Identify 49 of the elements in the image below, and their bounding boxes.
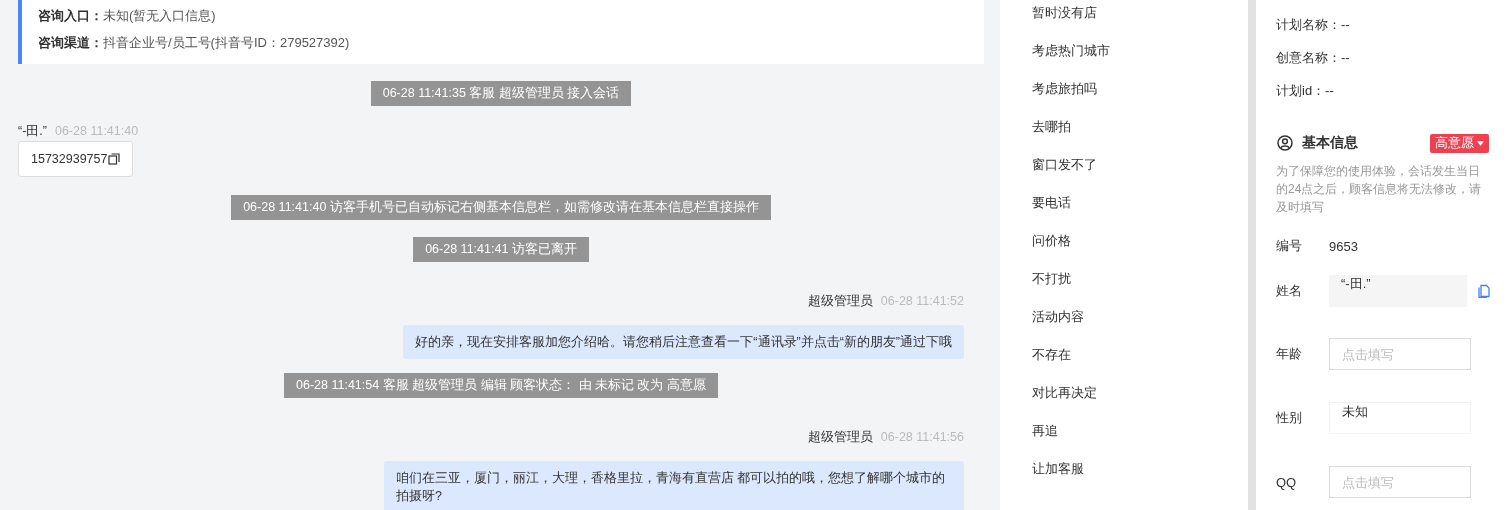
- message-bubble: 好的亲，现在安排客服加您介绍哈。请您稍后注意查看一下“通讯录”并点击“新的朋友”通过下哦: [403, 325, 964, 359]
- message-time: 06-28 11:41:56: [880, 430, 964, 444]
- quick-reply-item[interactable]: 考虑旅拍吗: [1032, 79, 1232, 117]
- info-label: 咨询入口：: [38, 8, 103, 23]
- message-time: 06-28 11:41:52: [880, 294, 964, 308]
- quick-reply-item[interactable]: 暂时没有店: [1032, 3, 1232, 41]
- system-notice: 06-28 11:41:54 客服 超级管理员 编辑 顾客状态： 由 未标记 改为 高意愿: [284, 373, 718, 398]
- info-label: 咨询渠道：: [38, 35, 103, 50]
- plan-info-text: 计划id：--: [1276, 83, 1334, 98]
- field-label: 年龄: [1276, 345, 1303, 363]
- field-label: 性别: [1276, 409, 1303, 427]
- notice-text: 为了保障您的使用体验，会话发生当日的24点之后，顾客信息将无法修改，请及时填写: [1276, 163, 1483, 216]
- system-notice: 06-28 11:41:35 客服 超级管理员 接入会话: [370, 81, 632, 106]
- quick-reply-item[interactable]: 不存在: [1032, 345, 1232, 383]
- input-field[interactable]: 点击填写: [1329, 338, 1471, 370]
- quick-reply-item[interactable]: 再追: [1032, 421, 1232, 459]
- quick-reply-item[interactable]: 问价格: [1032, 231, 1232, 269]
- section-title: 基本信息: [1302, 134, 1358, 152]
- gender-select[interactable]: 未知: [1329, 402, 1471, 434]
- copy-icon[interactable]: [108, 153, 121, 165]
- field-label: QQ: [1276, 474, 1298, 490]
- quick-reply-item[interactable]: 去哪拍: [1032, 117, 1232, 155]
- quick-reply-item[interactable]: 要电话: [1032, 193, 1232, 231]
- plan-info-text: 计划名称：--: [1276, 17, 1350, 32]
- input-field[interactable]: 点击填写: [1329, 466, 1471, 498]
- quick-reply-item[interactable]: 对比再决定: [1032, 383, 1232, 421]
- sender-name: 超级管理员: [807, 294, 873, 308]
- system-notice: 06-28 11:41:41 访客已离开: [413, 237, 589, 262]
- message-text: 15732939757: [31, 151, 108, 168]
- info-value: 抖音企业号/员工号(抖音号ID：279527392): [103, 35, 350, 50]
- quick-reply-item[interactable]: 窗口发不了: [1032, 155, 1232, 193]
- caret-icon: [1477, 140, 1484, 146]
- name-field: “-田.”: [1329, 275, 1467, 307]
- field-label: 编号: [1276, 237, 1303, 255]
- quick-reply-item[interactable]: 不打扰: [1032, 269, 1232, 307]
- user-icon: [1277, 135, 1293, 151]
- field-value: 9653: [1329, 238, 1358, 254]
- quick-reply-item[interactable]: 让加客服: [1032, 459, 1232, 497]
- status-dropdown[interactable]: 高意愿: [1430, 133, 1489, 153]
- message-time: 06-28 11:41:40: [54, 124, 139, 138]
- quick-reply-item[interactable]: 考虑热门城市: [1032, 41, 1232, 79]
- sender-name: “-田.”: [18, 124, 47, 138]
- quick-reply-item[interactable]: 活动内容: [1032, 307, 1232, 345]
- message-bubble: 咱们在三亚，厦门，丽江，大理，香格里拉，青海有直营店 都可以拍的哦，您想了解哪个城市的拍摄呀?: [384, 461, 964, 510]
- sender-name: 超级管理员: [807, 430, 873, 444]
- info-value: 未知(暂无入口信息): [103, 8, 216, 23]
- field-label: 姓名: [1276, 282, 1303, 300]
- system-notice: 06-28 11:41:40 访客手机号已自动标记右侧基本信息栏，如需修改请在基本信息栏直接操作: [231, 195, 771, 220]
- plan-info-text: 创意名称：--: [1276, 50, 1350, 65]
